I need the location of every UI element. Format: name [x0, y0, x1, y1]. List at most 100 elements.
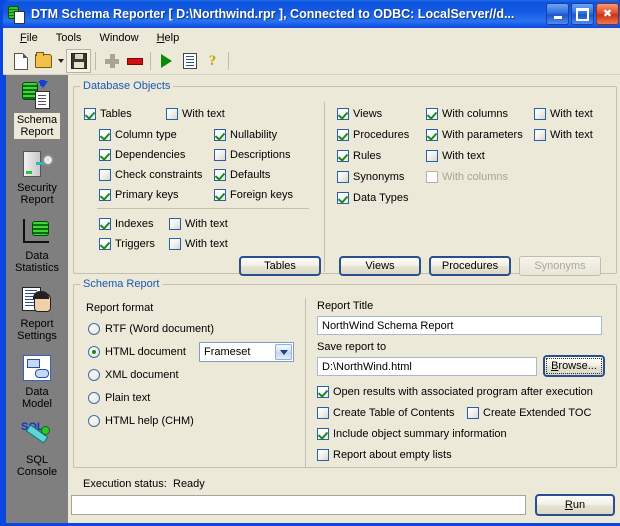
checkbox-box: [214, 169, 226, 181]
sidebar-item-data-statistics[interactable]: Data Statistics: [6, 207, 68, 275]
maximize-button[interactable]: [571, 3, 594, 25]
checkbox-box: [99, 189, 111, 201]
checkbox-triggers-with-text[interactable]: With text: [169, 238, 228, 250]
open-dropdown-button[interactable]: [55, 50, 66, 72]
checkbox-column-type[interactable]: Column type: [99, 129, 177, 141]
open-folder-icon: [35, 52, 52, 68]
checkbox-descriptions[interactable]: Descriptions: [214, 149, 291, 161]
execution-status-value: Ready: [173, 478, 205, 490]
checkbox-triggers[interactable]: Triggers: [99, 238, 155, 250]
schema-report-group: Schema Report Report format RTF (Word do…: [73, 278, 617, 468]
checkbox-open-results-after-execution[interactable]: Open results with associated program aft…: [317, 386, 593, 398]
chevron-down-icon: [279, 349, 288, 355]
new-button[interactable]: [9, 50, 32, 72]
title-bar: DTM Schema Reporter [ D:\Northwind.rpr ]…: [3, 0, 620, 28]
menu-bar: File Tools Window Help: [3, 28, 620, 48]
menu-file[interactable]: File: [11, 30, 47, 46]
views-button[interactable]: Views: [339, 256, 421, 276]
checkbox-label: With text: [550, 129, 593, 141]
run-play-icon: [161, 54, 172, 68]
checkbox-label: With parameters: [442, 129, 523, 141]
minimize-button[interactable]: [546, 3, 569, 25]
synonyms-button: Synonyms: [519, 256, 601, 276]
checkbox-views-with-text[interactable]: With text: [534, 108, 593, 120]
checkbox-procedures-with-text[interactable]: With text: [534, 129, 593, 141]
checkbox-box: [337, 192, 349, 204]
menu-window[interactable]: Window: [90, 30, 147, 46]
remove-button[interactable]: [123, 50, 146, 72]
browse-button-label: Browse...: [551, 360, 597, 372]
save-report-to-input[interactable]: D:\NorthWind.html: [317, 357, 537, 376]
checkbox-box: [317, 407, 329, 419]
checkbox-label: With columns: [442, 171, 509, 183]
report-title-value: NorthWind Schema Report: [322, 319, 454, 332]
checkbox-tables[interactable]: Tables: [84, 108, 132, 120]
sidebar-item-schema-report[interactable]: Schema Report: [6, 75, 68, 139]
procedures-button[interactable]: Procedures: [429, 256, 511, 276]
add-button[interactable]: [100, 50, 123, 72]
checkbox-rules[interactable]: Rules: [337, 150, 381, 162]
report-title-input[interactable]: NorthWind Schema Report: [317, 316, 602, 335]
tables-button[interactable]: Tables: [239, 256, 321, 276]
report-settings-icon: [21, 285, 53, 315]
checkbox-label: Synonyms: [353, 171, 405, 183]
help-button[interactable]: ?: [201, 50, 224, 72]
checkbox-data-types[interactable]: Data Types: [337, 192, 408, 204]
radio-rtf-word-document[interactable]: RTF (Word document): [88, 323, 214, 335]
checkbox-defaults[interactable]: Defaults: [214, 169, 270, 181]
combo-arrow-button[interactable]: [275, 344, 292, 360]
checkbox-foreign-keys[interactable]: Foreign keys: [214, 189, 293, 201]
sidebar-item-sql-console[interactable]: SQL SQL Console: [6, 411, 68, 479]
checkbox-box: [214, 149, 226, 161]
run-toolbar-button[interactable]: [155, 50, 178, 72]
radio-plain-text[interactable]: Plain text: [88, 392, 150, 404]
radio-html-document[interactable]: HTML document: [88, 346, 186, 358]
checkbox-label: With columns: [442, 108, 509, 120]
checkbox-indexes-with-text[interactable]: With text: [169, 218, 228, 230]
checkbox-views[interactable]: Views: [337, 108, 382, 120]
sidebar-item-data-model[interactable]: Data Model: [6, 343, 68, 411]
checkbox-include-object-summary[interactable]: Include object summary information: [317, 428, 507, 440]
menu-help-rest: elp: [164, 32, 180, 44]
sidebar-item-report-settings[interactable]: Report Settings: [6, 275, 68, 343]
progress-output-field[interactable]: [71, 495, 526, 515]
checkbox-report-about-empty-lists[interactable]: Report about empty lists: [317, 449, 452, 461]
close-button[interactable]: ✖: [596, 3, 619, 25]
run-button-label: Run: [564, 499, 586, 511]
checkbox-create-extended-toc[interactable]: Create Extended TOC: [467, 407, 591, 419]
save-button[interactable]: [66, 49, 91, 73]
radio-xml-document[interactable]: XML document: [88, 369, 179, 381]
radio-html-help-chm[interactable]: HTML help (CHM): [88, 415, 194, 427]
browse-button[interactable]: Browse...: [543, 355, 605, 377]
checkbox-synonyms[interactable]: Synonyms: [337, 171, 404, 183]
checkbox-box: [99, 129, 111, 141]
checkbox-label: Triggers: [115, 238, 155, 250]
checkbox-procedures[interactable]: Procedures: [337, 129, 409, 141]
html-style-combo[interactable]: Frameset: [199, 342, 294, 362]
menu-tools[interactable]: Tools: [47, 30, 91, 46]
checkbox-rules-with-text[interactable]: With text: [426, 150, 485, 162]
checkbox-views-with-columns[interactable]: With columns: [426, 108, 508, 120]
checkbox-nullability[interactable]: Nullability: [214, 129, 277, 141]
schema-report-divider: [305, 298, 306, 468]
left-column-divider: [97, 208, 309, 209]
checkbox-procedures-with-parameters[interactable]: With parameters: [426, 129, 523, 141]
checkbox-box: [317, 386, 329, 398]
checkbox-label: Primary keys: [115, 189, 179, 201]
open-button[interactable]: [32, 50, 55, 72]
sidebar-item-security-report[interactable]: Security Report: [6, 139, 68, 207]
run-button[interactable]: Run: [535, 494, 615, 516]
checkbox-tables-with-text[interactable]: With text: [166, 108, 225, 120]
radio-circle: [88, 392, 100, 404]
log-button[interactable]: [178, 50, 201, 72]
menu-help[interactable]: Help: [148, 30, 189, 46]
main-content: Database Objects Tables With text Column…: [68, 75, 620, 523]
checkbox-check-constraints[interactable]: Check constraints: [99, 169, 202, 181]
checkbox-create-table-of-contents[interactable]: Create Table of Contents: [317, 407, 454, 419]
bottom-bar: Execution status: Ready Run: [68, 470, 620, 523]
checkbox-dependencies[interactable]: Dependencies: [99, 149, 185, 161]
remove-minus-icon: [126, 57, 143, 65]
checkbox-indexes[interactable]: Indexes: [99, 218, 154, 230]
checkbox-primary-keys[interactable]: Primary keys: [99, 189, 179, 201]
checkbox-label: Include object summary information: [333, 428, 507, 440]
